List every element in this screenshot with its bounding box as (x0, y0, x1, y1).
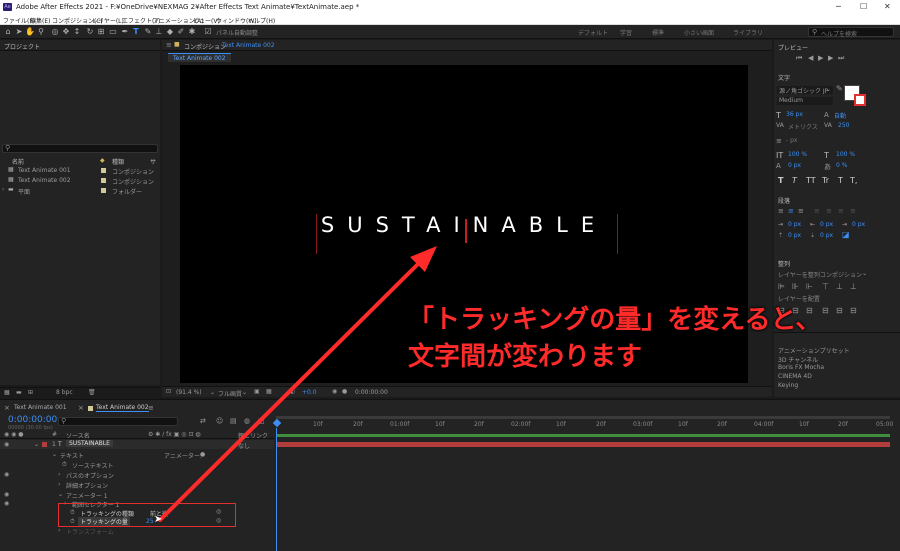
mouse-cursor-icon: ➤ (154, 514, 163, 525)
annotation-text: 「トラッキングの量」を変えると、 文字間が変わります (408, 302, 821, 376)
annotation-line-1: 「トラッキングの量」を変えると、 (408, 305, 822, 335)
annotation-arrow (158, 246, 437, 522)
annotation-line-2: 文字間が変わります (408, 342, 643, 372)
annotation-arrow-line (158, 260, 422, 522)
